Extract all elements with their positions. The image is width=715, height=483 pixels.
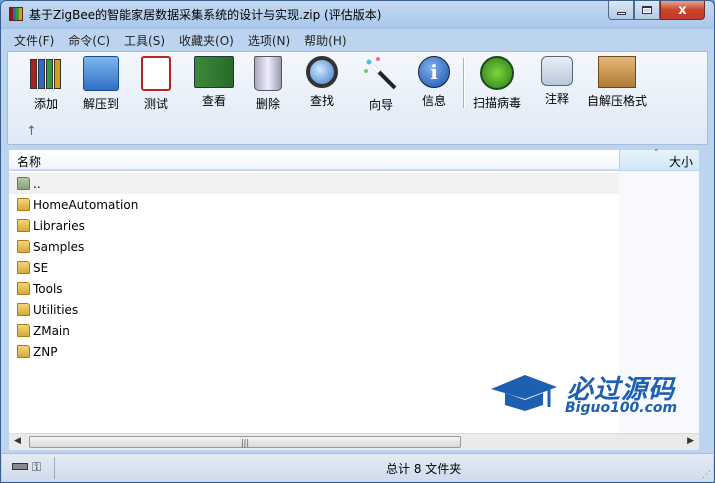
menu-help[interactable]: 帮助(H) — [297, 30, 353, 50]
delete-button[interactable]: 删除 — [254, 56, 282, 112]
view-button[interactable]: 查看 — [194, 56, 234, 112]
folder-icon — [17, 345, 30, 358]
folder-icon — [17, 240, 30, 253]
info-button[interactable]: i 信息 — [418, 56, 450, 112]
folder-icon — [17, 282, 30, 295]
graduation-cap-icon — [491, 375, 557, 411]
sfx-label: 自解压格式 — [587, 94, 648, 108]
toolbar-separator — [463, 58, 464, 108]
column-name-header[interactable]: 名称 — [17, 153, 41, 170]
magnifier-icon — [306, 56, 338, 88]
view-label: 查看 — [201, 94, 226, 108]
parent-folder-icon — [17, 177, 30, 190]
comment-button[interactable]: 注释 — [541, 56, 573, 112]
toolbar: 添加 解压到 测试 查看 删除 查找 向导 i 信息 扫描病毒 注释 自解压格式… — [7, 51, 708, 145]
folder-icon — [17, 324, 30, 337]
info-icon: i — [418, 56, 450, 88]
add-button[interactable]: 添加 — [28, 56, 64, 112]
test-clipboard-icon — [141, 56, 171, 91]
virus-scan-button[interactable]: 扫描病毒 — [473, 56, 521, 112]
folder-icon — [17, 261, 30, 274]
column-size-header[interactable]: ˄ 大小 — [619, 149, 699, 170]
test-button[interactable]: 测试 — [141, 56, 171, 112]
status-summary: 总计 8 文件夹 — [386, 462, 462, 476]
add-archive-icon — [28, 56, 64, 91]
test-label: 测试 — [143, 97, 168, 111]
list-item[interactable]: Utilities — [9, 299, 619, 320]
menu-file[interactable]: 文件(F) — [7, 30, 61, 50]
delete-label: 删除 — [255, 97, 280, 111]
wizard-button[interactable]: 向导 — [363, 56, 399, 112]
sfx-box-icon — [598, 56, 636, 88]
list-item-name: Samples — [33, 239, 85, 254]
list-item[interactable]: Tools — [9, 278, 619, 299]
add-label: 添加 — [33, 97, 58, 111]
list-item[interactable]: SE — [9, 257, 619, 278]
list-item-name: SE — [33, 260, 49, 275]
folder-icon — [17, 198, 30, 211]
menu-favorites[interactable]: 收藏夹(O) — [172, 30, 241, 50]
wizard-wand-icon — [363, 56, 399, 92]
horizontal-scrollbar[interactable]: ◀ ||| ▶ — [9, 433, 699, 450]
grip-icon: ||| — [240, 437, 250, 447]
list-item[interactable]: ZMain — [9, 320, 619, 341]
list-item-name: .. — [33, 176, 41, 191]
wizard-label: 向导 — [368, 98, 393, 112]
sort-ascending-icon: ˄ — [654, 149, 659, 159]
menu-bar: 文件(F) 命令(C) 工具(S) 收藏夹(O) 选项(N) 帮助(H) — [7, 30, 354, 50]
list-item[interactable]: Samples — [9, 236, 619, 257]
window-title: 基于ZigBee的智能家居数据采集系统的设计与实现.zip (评估版本) — [29, 8, 382, 22]
comment-label: 注释 — [544, 92, 569, 106]
find-label: 查找 — [309, 94, 334, 108]
maximize-icon — [642, 6, 652, 14]
menu-options[interactable]: 选项(N) — [241, 30, 297, 50]
list-item[interactable]: ZNP — [9, 341, 619, 362]
drive-icon[interactable] — [12, 463, 28, 470]
extract-to-button[interactable]: 解压到 — [83, 56, 119, 112]
up-one-level-icon[interactable]: ↑ — [26, 124, 37, 139]
watermark-logo: 必过源码 Biguo100.com — [489, 369, 689, 421]
list-item-name: Libraries — [33, 218, 85, 233]
list-item-name: ZMain — [33, 323, 70, 338]
extract-folder-icon — [83, 56, 119, 91]
list-item-name: ZNP — [33, 344, 58, 359]
menu-commands[interactable]: 命令(C) — [61, 30, 117, 50]
file-list-header: 名称 ˄ 大小 — [9, 149, 699, 170]
info-label: 信息 — [421, 94, 446, 108]
list-item-name: HomeAutomation — [33, 197, 139, 212]
list-item-name: Tools — [33, 281, 63, 296]
watermark-subtitle: Biguo100.com — [565, 400, 678, 416]
list-item[interactable]: Libraries — [9, 215, 619, 236]
close-icon: x — [678, 2, 687, 18]
extract-to-label: 解压到 — [83, 97, 120, 111]
menu-tools[interactable]: 工具(S) — [117, 30, 172, 50]
list-item-name: Utilities — [33, 302, 79, 317]
key-icon[interactable]: ⚿ — [32, 460, 41, 475]
resize-grip-icon[interactable]: ⋰ — [702, 470, 711, 480]
scroll-thumb[interactable]: ||| — [29, 436, 461, 448]
list-item-parent[interactable]: .. — [9, 173, 619, 194]
trash-icon — [254, 56, 282, 91]
maximize-button[interactable] — [634, 1, 660, 20]
virus-scan-icon — [480, 56, 514, 90]
column-size-label: 大小 — [668, 155, 693, 169]
virus-scan-label: 扫描病毒 — [473, 96, 522, 110]
folder-icon — [17, 219, 30, 232]
comment-icon — [541, 56, 573, 86]
view-book-icon — [194, 56, 234, 88]
close-button[interactable]: x — [660, 1, 705, 20]
folder-icon — [17, 303, 30, 316]
scroll-right-icon[interactable]: ▶ — [687, 436, 694, 446]
status-bar: ⚿ 总计 8 文件夹 ⋰ — [2, 453, 713, 481]
scroll-left-icon[interactable]: ◀ — [14, 436, 21, 446]
list-item[interactable]: HomeAutomation — [9, 194, 619, 215]
sfx-button[interactable]: 自解压格式 — [587, 56, 647, 112]
find-button[interactable]: 查找 — [306, 56, 338, 112]
status-divider — [54, 457, 55, 479]
minimize-icon — [616, 11, 626, 15]
winrar-app-icon — [9, 7, 23, 21]
minimize-button[interactable] — [608, 1, 634, 20]
winrar-window: 基于ZigBee的智能家居数据采集系统的设计与实现.zip (评估版本) x 文… — [0, 0, 715, 483]
